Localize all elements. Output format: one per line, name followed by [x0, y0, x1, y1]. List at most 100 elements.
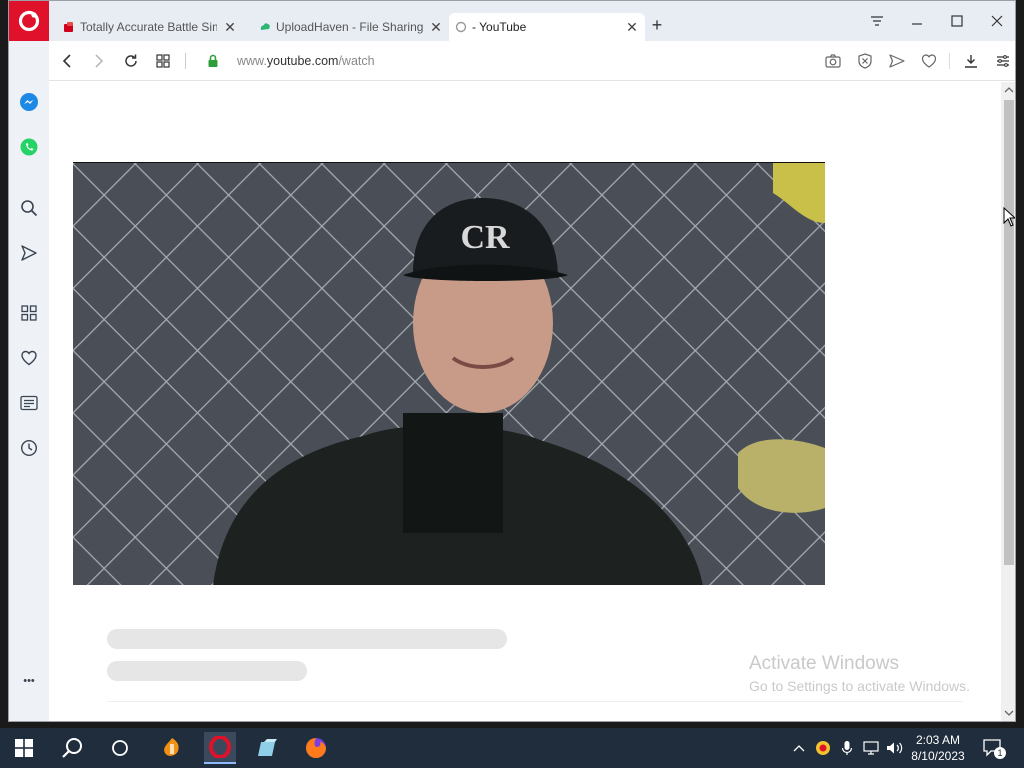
back-button[interactable]	[57, 51, 77, 71]
tab-menu-button[interactable]	[867, 11, 887, 31]
tab-title: Totally Accurate Battle Sim	[80, 20, 217, 34]
sidebar-bookmarks[interactable]	[19, 348, 39, 368]
tray-overflow-button[interactable]	[790, 739, 808, 757]
firefox-icon	[306, 738, 326, 758]
tab-youtube[interactable]: - YouTube ✕	[449, 13, 645, 41]
sidebar-send[interactable]	[19, 243, 39, 263]
scroll-down-icon[interactable]	[1004, 709, 1014, 717]
sidebar-news[interactable]	[19, 393, 39, 413]
system-clock[interactable]: 2:03 AM 8/10/2023	[906, 732, 970, 764]
minimize-icon	[912, 23, 922, 25]
page-content: CR Activate Windows Go to Settings to ac…	[49, 82, 1001, 721]
download-icon	[965, 55, 977, 68]
heart-icon	[21, 350, 37, 366]
reload-button[interactable]	[121, 51, 141, 71]
sidebar-messenger[interactable]	[19, 92, 39, 112]
uploadhaven-favicon-icon	[260, 23, 270, 30]
reload-icon	[125, 54, 137, 67]
taskbar-firefox[interactable]	[300, 732, 332, 764]
sidebar-history[interactable]	[19, 438, 39, 458]
close-icon	[991, 15, 1003, 27]
taskbar-app[interactable]	[252, 732, 284, 764]
downloads-button[interactable]	[963, 53, 979, 69]
close-tab-icon[interactable]: ✕	[223, 19, 237, 36]
search-icon	[62, 738, 82, 758]
more-icon: •••	[23, 675, 35, 687]
video-player[interactable]: CR	[73, 162, 825, 585]
forward-button[interactable]	[89, 51, 109, 71]
tray-volume[interactable]	[886, 739, 904, 757]
sidebar-more-button[interactable]: •••	[19, 671, 39, 691]
messenger-icon	[20, 93, 38, 111]
close-tab-icon[interactable]: ✕	[625, 19, 639, 36]
video-frame-image: CR	[73, 163, 825, 585]
sidebar-speed-dial[interactable]	[19, 303, 39, 323]
tab-totally-accurate[interactable]: Totally Accurate Battle Sim ✕	[57, 13, 243, 41]
camera-icon	[825, 54, 841, 68]
browser-window: Totally Accurate Battle Sim ✕ UploadHave…	[8, 0, 1016, 722]
search-button[interactable]	[56, 732, 88, 764]
taskbar-opera[interactable]	[204, 732, 236, 764]
url-domain: youtube.com	[266, 54, 339, 68]
tab-uploadhaven[interactable]: UploadHaven - File Sharing ✕	[253, 13, 449, 41]
vertical-scrollbar[interactable]	[1001, 82, 1015, 721]
tray-network[interactable]	[862, 739, 880, 757]
divider	[107, 701, 963, 702]
sidebar: •••	[9, 41, 49, 721]
new-tab-button[interactable]: +	[649, 15, 665, 36]
close-window-button[interactable]	[987, 11, 1007, 31]
close-tab-icon[interactable]: ✕	[429, 19, 443, 36]
opera-logo-icon	[18, 10, 40, 32]
tray-app-button[interactable]	[814, 739, 832, 757]
easy-setup-icon	[997, 55, 1009, 67]
clock-date: 8/10/2023	[911, 749, 965, 763]
game-favicon-icon	[64, 22, 73, 32]
opera-menu-button[interactable]	[9, 1, 49, 41]
microphone-icon	[841, 741, 853, 755]
send-to-flow-button[interactable]	[889, 53, 905, 69]
address-bar: www.youtube.com/watch	[49, 41, 1015, 81]
back-arrow-icon	[62, 54, 71, 68]
minimize-button[interactable]	[907, 11, 927, 31]
tab-strip: Totally Accurate Battle Sim ✕ UploadHave…	[9, 1, 1015, 41]
start-button[interactable]	[8, 732, 40, 764]
forward-arrow-icon	[95, 54, 104, 68]
desktop: Totally Accurate Battle Sim ✕ UploadHave…	[0, 0, 1024, 768]
activate-windows-watermark: Activate Windows Go to Settings to activ…	[749, 653, 970, 694]
opera-icon	[209, 736, 231, 758]
send-icon	[21, 245, 37, 261]
taskbar: 2:03 AM 8/10/2023 1	[0, 728, 1024, 768]
taskbar-fl-studio[interactable]	[156, 732, 188, 764]
notepad-icon	[258, 739, 277, 756]
fl-studio-icon	[164, 738, 179, 756]
url-path: /watch	[338, 54, 375, 68]
bookmark-button[interactable]	[921, 53, 937, 69]
send-icon	[889, 54, 905, 68]
tab-title: - YouTube	[472, 20, 527, 34]
divider	[949, 53, 950, 69]
adblock-button[interactable]	[857, 53, 873, 69]
scroll-up-icon[interactable]	[1004, 86, 1014, 94]
snapshot-button[interactable]	[825, 53, 841, 69]
volume-icon	[887, 742, 903, 754]
divider	[185, 53, 186, 69]
action-center-button[interactable]: 1	[982, 739, 1006, 759]
sidebar-whatsapp[interactable]	[19, 137, 39, 157]
scrollbar-thumb[interactable]	[1004, 100, 1014, 565]
tab-menu-icon	[871, 16, 883, 26]
tray-microphone[interactable]	[838, 739, 856, 757]
news-icon	[20, 395, 38, 411]
easy-setup-button[interactable]	[995, 53, 1011, 69]
speed-dial-button[interactable]	[153, 51, 173, 71]
task-view-button[interactable]	[104, 732, 136, 764]
heart-icon	[921, 54, 937, 68]
speed-dial-icon	[156, 54, 170, 68]
loading-spinner-icon	[455, 21, 467, 33]
tray-app-icon	[816, 741, 830, 755]
notification-badge: 1	[994, 747, 1006, 759]
sidebar-search[interactable]	[19, 198, 39, 218]
mouse-cursor-icon	[1003, 207, 1015, 227]
maximize-button[interactable]	[947, 11, 967, 31]
url-field[interactable]: www.youtube.com/watch	[237, 54, 375, 68]
history-icon	[20, 439, 38, 457]
